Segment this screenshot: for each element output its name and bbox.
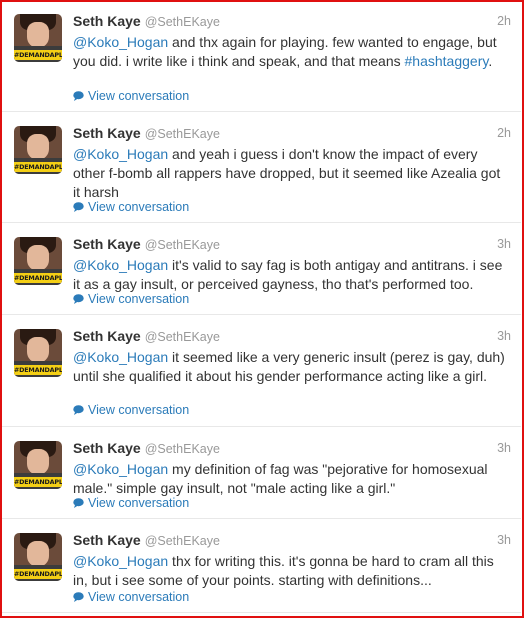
selection-frame	[0, 0, 524, 618]
